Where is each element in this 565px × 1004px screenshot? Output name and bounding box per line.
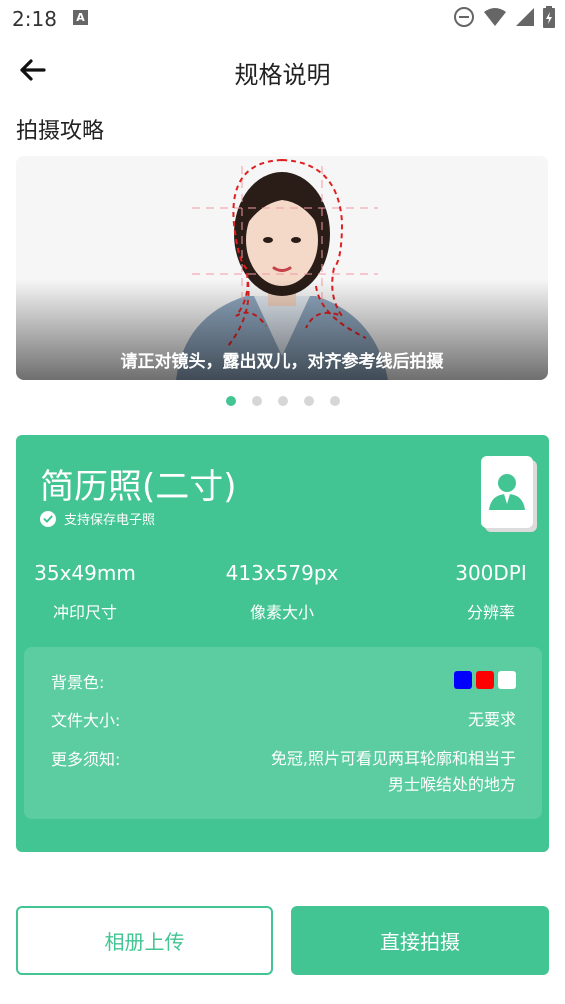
pager-dot[interactable]	[329, 396, 340, 406]
wifi-icon	[483, 7, 507, 31]
page-title: 规格说明	[234, 61, 331, 89]
print-size-stat: 35x49mm 冲印尺寸	[30, 561, 140, 623]
file-size-row: 文件大小: 无要求	[51, 707, 516, 733]
pager-dot[interactable]	[225, 396, 236, 406]
spec-stats: 35x49mm 冲印尺寸 413x579px 像素大小 300DPI 分辨率	[16, 561, 549, 631]
save-note: 支持保存电子照	[40, 509, 155, 528]
file-size-value: 无要求	[467, 710, 516, 729]
pager-dot[interactable]	[303, 396, 314, 406]
background-color-label: 背景色:	[51, 673, 105, 692]
resolution-value: 300DPI	[455, 561, 527, 585]
do-not-disturb-icon	[453, 6, 475, 32]
print-size-label: 冲印尺寸	[52, 603, 117, 622]
resolution-label: 分辨率	[466, 603, 515, 622]
swatch-blue[interactable]	[454, 671, 472, 689]
notes-value: 免冠,照片可看见两耳轮廓和相当于 男士喉结处的地方	[271, 746, 516, 798]
pager-dot[interactable]	[251, 396, 262, 406]
pixel-size-value: 413x579px	[225, 561, 339, 585]
spec-name: 简历照(二寸)	[40, 467, 237, 507]
guide-heading: 拍摄攻略	[16, 119, 105, 144]
status-icons	[453, 6, 555, 32]
pixel-size-label: 像素大小	[249, 603, 314, 622]
file-size-label: 文件大小:	[51, 711, 121, 730]
carousel-caption: 请正对镜头，露出双儿，对齐参考线后拍摄	[120, 352, 444, 372]
background-color-row: 背景色:	[51, 669, 516, 693]
status-bar: 2:18 A	[0, 0, 565, 38]
spec-details: 背景色: 文件大小: 无要求 更多须知: 免冠,照片可看见两耳轮廓和相当于 男士…	[24, 647, 542, 819]
notes-line-2: 男士喉结处的地方	[387, 775, 516, 794]
pager-dot[interactable]	[277, 396, 288, 406]
spec-card: 简历照(二寸) 支持保存电子照 35x49mm 冲印尺寸 413x579px 像…	[16, 435, 549, 852]
status-time: 2:18	[12, 7, 57, 31]
notes-line-1: 免冠,照片可看见两耳轮廓和相当于	[270, 749, 516, 768]
app-header: 规格说明	[0, 46, 565, 96]
person-icon	[487, 470, 527, 514]
background-swatches	[454, 671, 516, 689]
resolution-stat: 300DPI 分辨率	[446, 561, 536, 623]
id-photo-thumbnail	[481, 456, 537, 532]
guide-carousel[interactable]: 请正对镜头，露出双儿，对齐参考线后拍摄	[16, 156, 548, 380]
save-note-text: 支持保存电子照	[64, 513, 156, 528]
pixel-size-stat: 413x579px 像素大小	[222, 561, 342, 623]
check-circle-icon	[40, 510, 56, 527]
notes-row: 更多须知: 免冠,照片可看见两耳轮廓和相当于 男士喉结处的地方	[51, 746, 516, 800]
swatch-white[interactable]	[498, 671, 516, 689]
print-size-value: 35x49mm	[34, 561, 136, 585]
signal-icon	[515, 7, 535, 31]
battery-icon	[543, 6, 555, 32]
carousel-pager	[0, 396, 565, 406]
a-notification-icon: A	[73, 10, 88, 25]
swatch-red[interactable]	[476, 671, 494, 689]
take-photo-button[interactable]: 直接拍摄	[291, 906, 549, 975]
notes-label: 更多须知:	[51, 750, 121, 769]
album-upload-button[interactable]: 相册上传	[16, 906, 273, 975]
